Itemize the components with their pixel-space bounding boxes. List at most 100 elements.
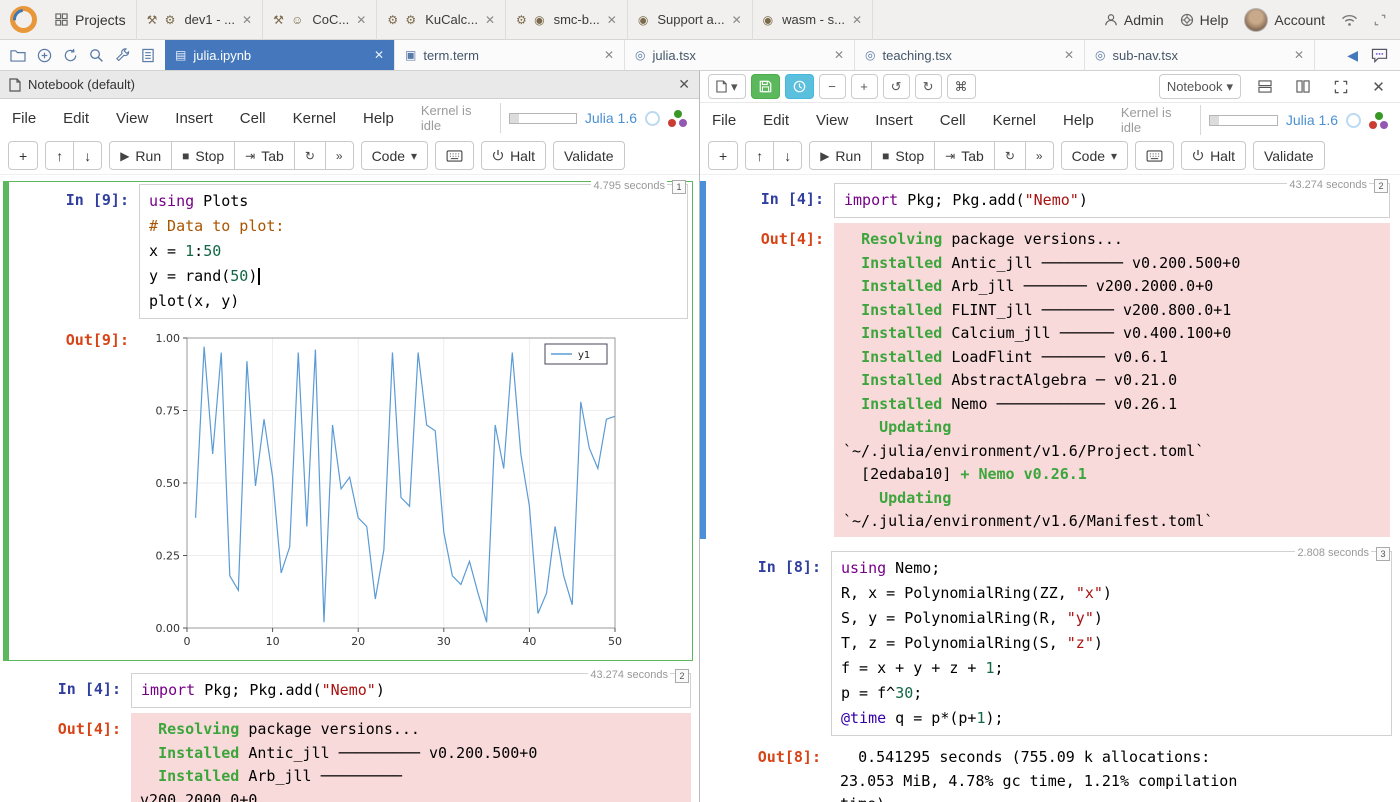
run-cell-button[interactable]: ▶Run bbox=[109, 141, 172, 170]
menu-item[interactable]: File bbox=[12, 110, 36, 127]
close-tab-icon[interactable]: ✕ bbox=[852, 13, 862, 27]
menu-item[interactable]: Kernel bbox=[993, 112, 1036, 129]
browser-tab-support[interactable]: ◉ Support a... ✕ bbox=[628, 0, 753, 40]
close-tab-icon[interactable]: ✕ bbox=[356, 13, 366, 27]
run-all-below-button[interactable]: » bbox=[1025, 141, 1054, 170]
split-col-button[interactable] bbox=[1289, 74, 1317, 99]
chat-icon[interactable] bbox=[1371, 48, 1388, 63]
timetravel-button[interactable] bbox=[785, 74, 814, 99]
new-file-plus-icon[interactable] bbox=[37, 48, 52, 63]
move-cell-down-button[interactable]: ↓ bbox=[73, 141, 102, 170]
file-menu-button[interactable]: ▾ bbox=[708, 74, 746, 99]
save-button[interactable] bbox=[751, 74, 780, 99]
move-cell-up-button[interactable]: ↑ bbox=[45, 141, 74, 170]
refresh-circle-icon[interactable] bbox=[63, 48, 78, 63]
menu-item[interactable]: Insert bbox=[875, 112, 913, 129]
stop-button[interactable]: ■Stop bbox=[871, 141, 935, 170]
search-icon[interactable] bbox=[89, 48, 104, 63]
file-tab-sub-nav-tsx[interactable]: ◎ sub-nav.tsx ✕ bbox=[1085, 40, 1315, 70]
close-file-tab-icon[interactable]: ✕ bbox=[374, 48, 384, 62]
close-tab-icon[interactable]: ✕ bbox=[242, 13, 252, 27]
browser-tab-wasm[interactable]: ◉ wasm - s... ✕ bbox=[753, 0, 873, 40]
validate-button[interactable]: Validate bbox=[553, 141, 625, 170]
projects-button[interactable]: Projects bbox=[45, 0, 137, 40]
menu-item[interactable]: Edit bbox=[63, 110, 89, 127]
menu-item[interactable]: Cell bbox=[240, 110, 266, 127]
file-tab-julia-ipynb[interactable]: ▤ julia.ipynb ✕ bbox=[165, 40, 395, 70]
restart-kernel-button[interactable]: ↻ bbox=[994, 141, 1026, 170]
insert-cell-button[interactable]: + bbox=[8, 141, 38, 170]
cocalc-logo-icon[interactable] bbox=[10, 6, 37, 33]
keyboard-shortcuts-button[interactable] bbox=[435, 141, 474, 170]
insert-cell-button[interactable]: + bbox=[708, 141, 738, 170]
kernel-name[interactable]: Julia 1.6 bbox=[1286, 112, 1338, 128]
help-button[interactable]: Help bbox=[1180, 12, 1229, 28]
menu-item[interactable]: Cell bbox=[940, 112, 966, 129]
menu-item[interactable]: Edit bbox=[763, 112, 789, 129]
undo-button[interactable]: ↺ bbox=[883, 74, 910, 99]
svg-text:0.50: 0.50 bbox=[156, 477, 181, 490]
zoom-out-button[interactable]: − bbox=[819, 74, 846, 99]
restart-kernel-button[interactable]: ↻ bbox=[294, 141, 326, 170]
wrench-icon[interactable] bbox=[115, 48, 130, 63]
menu-item[interactable]: Kernel bbox=[293, 110, 336, 127]
code-editor[interactable]: using Plots# Data to plot:x = 1:50y = ra… bbox=[139, 184, 688, 319]
validate-button[interactable]: Validate bbox=[1253, 141, 1325, 170]
menu-item[interactable]: Help bbox=[1063, 112, 1094, 129]
frame-type-dropdown[interactable]: Notebook▾ bbox=[1159, 74, 1241, 99]
zoom-in-button[interactable]: + bbox=[851, 74, 878, 99]
help-label: Help bbox=[1200, 12, 1229, 28]
menu-item[interactable]: View bbox=[116, 110, 148, 127]
browser-tab-smc[interactable]: ⚙ ◉ smc-b... ✕ bbox=[506, 0, 628, 40]
cell-type-dropdown[interactable]: Code▾ bbox=[1061, 141, 1129, 170]
kernel-name[interactable]: Julia 1.6 bbox=[585, 110, 637, 126]
account-button[interactable]: Account bbox=[1244, 8, 1325, 32]
code-editor[interactable]: using Nemo;R, x = PolynomialRing(ZZ, "x"… bbox=[831, 551, 1392, 736]
menu-item[interactable]: Help bbox=[363, 110, 394, 127]
cell-type-dropdown[interactable]: Code▾ bbox=[361, 141, 429, 170]
close-tab-icon[interactable]: ✕ bbox=[732, 13, 742, 27]
split-row-button[interactable] bbox=[1251, 74, 1279, 99]
close-file-tab-icon[interactable]: ✕ bbox=[834, 48, 844, 62]
file-tab-julia-tsx[interactable]: ◎ julia.tsx ✕ bbox=[625, 40, 855, 70]
close-tab-icon[interactable]: ✕ bbox=[607, 13, 617, 27]
menu-item[interactable]: Insert bbox=[175, 110, 213, 127]
close-tab-icon[interactable]: ✕ bbox=[485, 13, 495, 27]
run-cell-button[interactable]: ▶Run bbox=[809, 141, 872, 170]
menu-item[interactable]: View bbox=[816, 112, 848, 129]
redo-button[interactable]: ↻ bbox=[915, 74, 942, 99]
close-frame-button[interactable]: ✕ bbox=[1365, 74, 1392, 99]
save-icon bbox=[759, 80, 772, 93]
move-cell-up-button[interactable]: ↑ bbox=[745, 141, 774, 170]
shortcuts-button[interactable]: ⌘ bbox=[947, 74, 976, 99]
fullscreen-corners-icon[interactable] bbox=[1374, 14, 1386, 26]
browser-tab-dev1[interactable]: ⚒ ⚙ dev1 - ... ✕ bbox=[137, 0, 264, 40]
browser-tab-kucalc[interactable]: ⚙ ⚙ KuCalc... ✕ bbox=[377, 0, 506, 40]
code-cell[interactable]: In [8]: using Nemo;R, x = PolynomialRing… bbox=[703, 551, 1394, 802]
code-cell[interactable]: In [9]: using Plots# Data to plot:x = 1:… bbox=[3, 181, 693, 661]
browser-tab-cocalc[interactable]: ⚒ ☺ CoC... ✕ bbox=[263, 0, 377, 40]
menus: File Edit View Insert Cell Kernel Help bbox=[12, 110, 421, 127]
close-panel-icon[interactable]: ✕ bbox=[678, 76, 690, 93]
tab-complete-button[interactable]: ⇥Tab bbox=[234, 141, 295, 170]
code-cell[interactable]: In [4]: import Pkg; Pkg.add("Nemo") 43.2… bbox=[700, 181, 1394, 539]
close-file-tab-icon[interactable]: ✕ bbox=[1064, 48, 1074, 62]
close-file-tab-icon[interactable]: ✕ bbox=[1294, 48, 1304, 62]
tab-complete-button[interactable]: ⇥Tab bbox=[934, 141, 995, 170]
collapse-left-icon[interactable]: ◀ bbox=[1347, 47, 1358, 64]
admin-button[interactable]: Admin bbox=[1104, 12, 1164, 28]
stop-button[interactable]: ■Stop bbox=[171, 141, 235, 170]
run-all-below-button[interactable]: » bbox=[325, 141, 354, 170]
move-cell-down-button[interactable]: ↓ bbox=[773, 141, 802, 170]
menu-item[interactable]: File bbox=[712, 112, 736, 129]
halt-kernel-button[interactable]: Halt bbox=[481, 141, 546, 170]
file-tab-term[interactable]: ▣ term.term ✕ bbox=[395, 40, 625, 70]
files-folder-icon[interactable] bbox=[10, 48, 26, 62]
log-book-icon[interactable] bbox=[141, 48, 155, 63]
keyboard-shortcuts-button[interactable] bbox=[1135, 141, 1174, 170]
halt-kernel-button[interactable]: Halt bbox=[1181, 141, 1246, 170]
code-cell[interactable]: In [4]: import Pkg; Pkg.add("Nemo") 43.2… bbox=[3, 673, 693, 802]
file-tab-teaching-tsx[interactable]: ◎ teaching.tsx ✕ bbox=[855, 40, 1085, 70]
close-file-tab-icon[interactable]: ✕ bbox=[604, 48, 614, 62]
fullscreen-button[interactable] bbox=[1327, 74, 1355, 99]
